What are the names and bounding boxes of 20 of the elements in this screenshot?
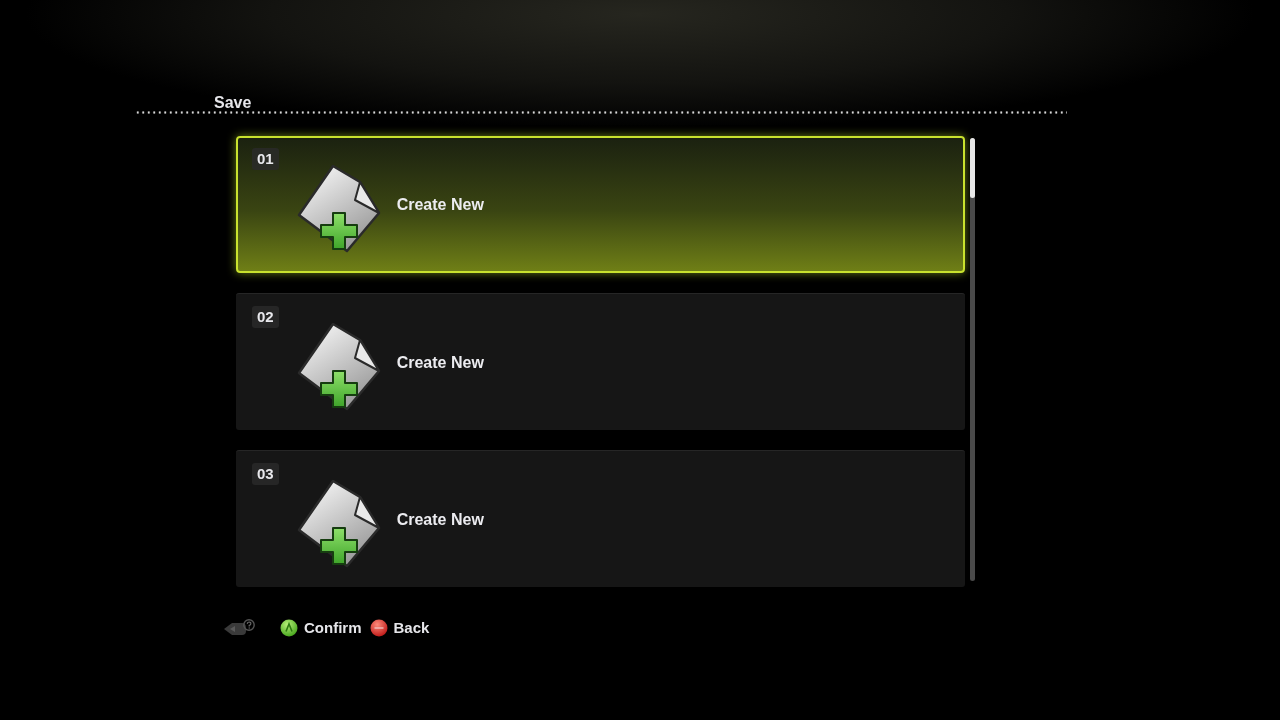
- slot-number: 03: [252, 463, 279, 485]
- slot-label: Create New: [396, 510, 484, 530]
- save-slot[interactable]: 01 Create New: [236, 136, 965, 273]
- slot-label: Create New: [396, 353, 484, 373]
- button-hint-label: Confirm: [304, 617, 362, 638]
- slot-label: Create New: [396, 194, 484, 215]
- slot-number: 02: [252, 306, 279, 328]
- round-button-icon: [369, 619, 388, 637]
- scrollbar-thumb[interactable]: [970, 138, 975, 198]
- button-hint-label: Back: [393, 617, 430, 638]
- document-plus-icon: [296, 321, 383, 411]
- save-slot[interactable]: 02 Create New: [236, 293, 965, 430]
- document-plus-icon: [296, 163, 383, 253]
- help-icon: [222, 619, 256, 637]
- scrollbar-track[interactable]: [970, 138, 975, 581]
- document-plus-icon: [296, 478, 383, 568]
- screen-title: Save: [214, 93, 252, 113]
- slot-number: 01: [252, 148, 279, 170]
- save-slot[interactable]: 03 Create New: [236, 450, 965, 587]
- round-button-icon: [280, 619, 298, 637]
